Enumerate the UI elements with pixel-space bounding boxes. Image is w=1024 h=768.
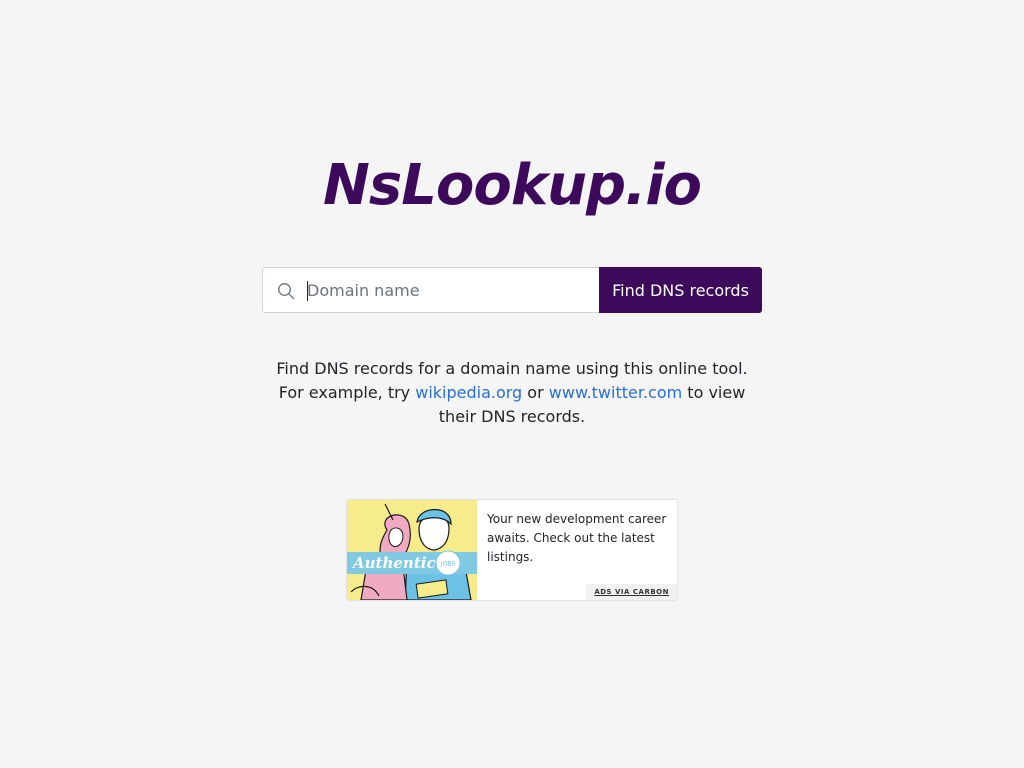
ads-via-carbon-link[interactable]: ADS VIA CARBON — [586, 584, 677, 600]
domain-name-input[interactable] — [307, 268, 592, 312]
search-box[interactable] — [262, 267, 599, 313]
example-link-twitter[interactable]: www.twitter.com — [549, 383, 682, 402]
ad-image[interactable]: Authentic JOBS — [347, 500, 477, 600]
search-icon — [278, 283, 295, 300]
ad-image-wordmark: Authentic — [351, 554, 436, 572]
find-dns-records-button[interactable]: Find DNS records — [599, 267, 762, 313]
ad-image-badge: JOBS — [440, 561, 456, 568]
search-form: Find DNS records — [262, 267, 762, 313]
text-caret — [307, 281, 308, 301]
ad-text[interactable]: Your new development career awaits. Chec… — [487, 510, 669, 567]
carbon-ad[interactable]: Authentic JOBS Your new development care… — [347, 500, 677, 600]
intro-text: Find DNS records for a domain name using… — [262, 357, 762, 429]
example-link-wikipedia[interactable]: wikipedia.org — [415, 383, 522, 402]
site-logo[interactable]: NsLookup.io — [0, 150, 1024, 222]
intro-text-2: or — [522, 383, 549, 402]
page: NsLookup.io Find DNS records Find DNS re… — [0, 0, 1024, 768]
